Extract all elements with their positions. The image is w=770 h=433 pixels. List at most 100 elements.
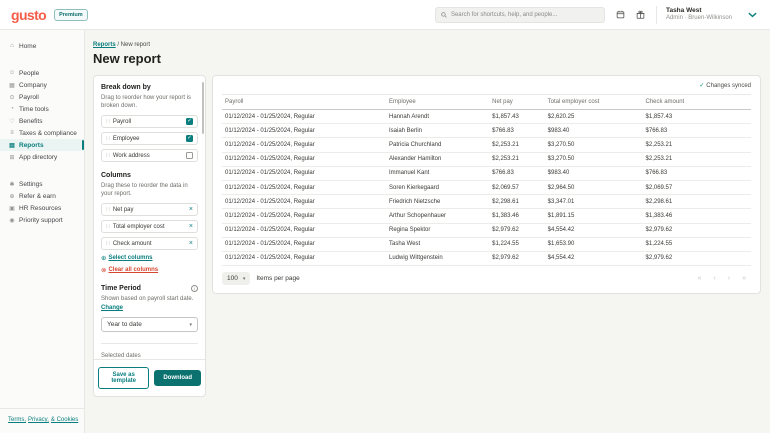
sidebar-item-label: HR Resources — [19, 205, 61, 212]
pagination-bar: 100 ▾ Items per page « ‹ › » — [222, 272, 751, 285]
priority-support-icon: ◉ — [8, 217, 16, 224]
drag-handle-icon[interactable]: ∷ — [106, 135, 110, 142]
table-row: 01/12/2024 - 01/25/2024, RegularImmanuel… — [222, 166, 751, 180]
sidebar-item-hr-resources[interactable]: ▣HR Resources — [0, 202, 84, 214]
drag-handle-icon[interactable]: ∷ — [106, 206, 110, 213]
report-preview-card: ✓Changes synced PayrollEmployeeNet payTo… — [212, 75, 761, 294]
sidebar-item-label: Time tools — [19, 106, 49, 113]
drag-handle-icon[interactable]: ∷ — [106, 223, 110, 230]
user-name: Tasha West — [666, 7, 732, 15]
table-cell: Tasha West — [386, 237, 489, 251]
table-cell: 01/12/2024 - 01/25/2024, Regular — [222, 209, 386, 223]
privacy-link[interactable]: Privacy, — [28, 417, 49, 423]
report-table: PayrollEmployeeNet payTotal employer cos… — [222, 94, 751, 266]
table-row: 01/12/2024 - 01/25/2024, RegularHannah A… — [222, 110, 751, 124]
column-item-check-amount[interactable]: ∷Check amount× — [101, 237, 198, 250]
chevron-down-icon[interactable] — [748, 12, 757, 18]
panel-scrollbar[interactable] — [202, 82, 204, 134]
people-icon: ☺ — [8, 70, 16, 76]
table-cell: 01/12/2024 - 01/25/2024, Regular — [222, 237, 386, 251]
sidebar-item-company[interactable]: ▦Company — [0, 79, 84, 91]
reports-icon: ▤ — [8, 142, 16, 149]
table-cell: $2,298.61 — [489, 195, 545, 209]
sidebar-item-time-tools[interactable]: ◔Time tools — [0, 103, 84, 115]
user-menu[interactable]: Tasha West Admin · Bruen-Wilkinson — [666, 7, 732, 23]
previous-page-icon[interactable]: ‹ — [713, 275, 715, 282]
benefits-icon: ♡ — [8, 118, 16, 125]
breakdown-list: ∷Payroll✓ ∷Employee✓ ∷Work address — [101, 115, 198, 162]
table-cell: 01/12/2024 - 01/25/2024, Regular — [222, 223, 386, 237]
sidebar-item-people[interactable]: ☺People — [0, 67, 84, 79]
table-row: 01/12/2024 - 01/25/2024, RegularArthur S… — [222, 209, 751, 223]
download-button[interactable]: Download — [154, 370, 201, 386]
info-icon[interactable]: i — [191, 285, 198, 292]
clear-all-columns-link[interactable]: Clear all columns — [108, 267, 158, 273]
breadcrumb-current: / New report — [117, 42, 150, 48]
sidebar-item-label: Benefits — [19, 118, 43, 125]
sidebar-item-app-directory[interactable]: ⊞App directory — [0, 151, 84, 163]
table-cell: $2,253.21 — [643, 152, 751, 166]
table-cell: Friedrich Nietzsche — [386, 195, 489, 209]
table-cell: $1,383.46 — [643, 209, 751, 223]
columns-description: Drag these to reorder the data in your r… — [101, 182, 198, 198]
terms-link[interactable]: Terms, — [8, 417, 26, 423]
next-page-icon[interactable]: › — [728, 275, 730, 282]
drag-handle-icon[interactable]: ∷ — [106, 152, 110, 159]
remove-column-icon[interactable]: × — [189, 206, 193, 213]
table-cell: $3,270.50 — [545, 138, 643, 152]
drag-handle-icon[interactable]: ∷ — [106, 118, 110, 125]
remove-column-icon[interactable]: × — [189, 240, 193, 247]
first-page-icon[interactable]: « — [698, 275, 702, 282]
table-row: 01/12/2024 - 01/25/2024, RegularTasha We… — [222, 237, 751, 251]
remove-column-icon[interactable]: × — [189, 223, 193, 230]
cookies-link[interactable]: & Cookies — [51, 417, 78, 423]
breadcrumb-reports-link[interactable]: Reports — [93, 42, 116, 48]
table-cell: $2,979.62 — [489, 251, 545, 265]
columns-list: ∷Net pay×∷Total employer cost×∷Check amo… — [101, 203, 198, 250]
sidebar-item-refer-earn[interactable]: ⊕Refer & earn — [0, 190, 84, 202]
select-columns-link[interactable]: Select columns — [108, 255, 152, 261]
column-item-label: Total employer cost — [113, 224, 165, 230]
table-row: 01/12/2024 - 01/25/2024, RegularRegina S… — [222, 223, 751, 237]
employee-checkbox[interactable]: ✓ — [186, 135, 193, 142]
breakdown-item-payroll[interactable]: ∷Payroll✓ — [101, 115, 198, 128]
sidebar-item-label: Taxes & compliance — [19, 130, 77, 137]
sidebar-group-main: ☺People▦Company⊙Payroll◔Time tools♡Benef… — [0, 67, 84, 163]
page-title: New report — [93, 51, 761, 66]
save-as-template-button[interactable]: Save as template — [98, 367, 149, 389]
payroll-checkbox[interactable]: ✓ — [186, 118, 193, 125]
change-link[interactable]: Change — [101, 305, 123, 311]
taxes-compliance-icon: ≡ — [8, 130, 16, 136]
sidebar-item-benefits[interactable]: ♡Benefits — [0, 115, 84, 127]
global-search-input[interactable]: Search for shortcuts, help, and people..… — [435, 7, 605, 23]
breakdown-description: Drag to reorder how your report is broke… — [101, 94, 198, 110]
sidebar-item-priority-support[interactable]: ◉Priority support — [0, 214, 84, 226]
check-icon: ✓ — [699, 83, 704, 89]
time-period-select[interactable]: Year to date ▾ — [101, 317, 198, 332]
items-per-page-select[interactable]: 100 ▾ — [222, 272, 250, 285]
gusto-logo[interactable]: gusto — [11, 8, 46, 22]
company-icon: ▦ — [8, 82, 16, 89]
table-cell: $1,383.46 — [489, 209, 545, 223]
table-cell: $766.83 — [489, 166, 545, 180]
drag-handle-icon[interactable]: ∷ — [106, 240, 110, 247]
items-per-page-label: Items per page — [256, 275, 299, 282]
sidebar-item-reports[interactable]: ▤Reports — [0, 139, 84, 151]
gift-icon[interactable] — [636, 10, 645, 19]
last-page-icon[interactable]: » — [742, 275, 746, 282]
calendar-icon[interactable] — [616, 10, 625, 19]
table-cell: $766.83 — [489, 124, 545, 138]
per-page-value: 100 — [227, 275, 238, 282]
table-cell: $2,253.21 — [643, 138, 751, 152]
column-item-net-pay[interactable]: ∷Net pay× — [101, 203, 198, 216]
sidebar-item-settings[interactable]: ✱Settings — [0, 178, 84, 190]
sidebar-item-payroll[interactable]: ⊙Payroll — [0, 91, 84, 103]
sidebar-item-taxes-compliance[interactable]: ≡Taxes & compliance — [0, 127, 84, 139]
work-address-checkbox[interactable] — [186, 152, 193, 159]
breakdown-item-employee[interactable]: ∷Employee✓ — [101, 132, 198, 145]
sidebar-item-home[interactable]: ⌂Home — [0, 40, 84, 52]
column-item-total-employer-cost[interactable]: ∷Total employer cost × — [101, 220, 198, 233]
sidebar-item-label: Settings — [19, 181, 43, 188]
breakdown-item-work-address[interactable]: ∷Work address — [101, 149, 198, 162]
table-cell: Hannah Arendt — [386, 110, 489, 124]
